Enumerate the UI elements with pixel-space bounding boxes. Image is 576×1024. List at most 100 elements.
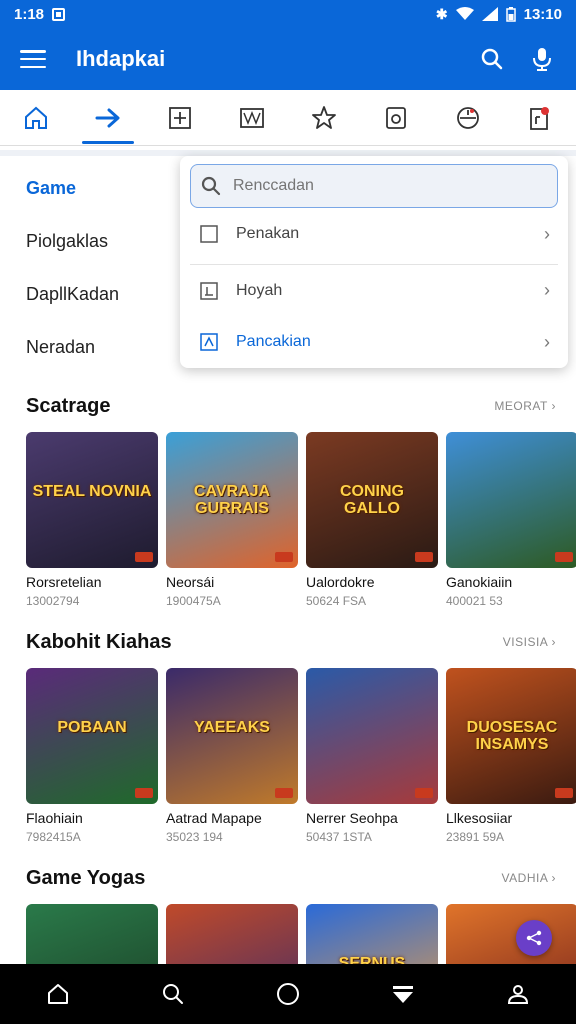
side-menu-item[interactable]: Piolgaklas xyxy=(8,215,178,268)
main-content: Game Piolgaklas DapllKadan Neradan Penak… xyxy=(0,150,576,964)
game-meta: 1900475A xyxy=(166,594,221,608)
side-menu: Game Piolgaklas DapllKadan Neradan xyxy=(8,162,178,374)
game-thumbnail xyxy=(166,904,298,964)
game-thumbnail: DUOSESAC INSAMYS xyxy=(446,668,576,804)
nav-downloads[interactable] xyxy=(373,964,433,1024)
game-thumbnail: YAEEAKS xyxy=(166,668,298,804)
wifi-icon xyxy=(455,7,474,20)
game-card[interactable] xyxy=(26,904,158,964)
nav-home[interactable] xyxy=(28,964,88,1024)
game-card[interactable]: Ganokiaiin 400021 53 xyxy=(446,432,576,608)
dropdown-search xyxy=(190,164,558,208)
section-scatrage: Scatrage MEORAT › STEAL NOVNIA Rorsretel… xyxy=(0,386,576,608)
see-more-link[interactable]: VADHIA › xyxy=(502,871,556,885)
tab-history[interactable] xyxy=(438,90,498,146)
game-thumbnail xyxy=(446,432,576,568)
game-card[interactable]: Nerrer Seohpa 50437 1STA xyxy=(306,668,438,844)
notification-icon xyxy=(52,7,66,21)
game-meta: 50437 1STA xyxy=(306,830,372,844)
plus-box-icon xyxy=(169,106,191,129)
notification-icon xyxy=(530,106,549,130)
dropdown-item[interactable]: Hoyah › xyxy=(190,264,558,316)
game-title: Nerrer Seohpa xyxy=(306,810,398,826)
game-thumbnail xyxy=(306,668,438,804)
status-time-right: 13:10 xyxy=(523,5,562,23)
game-thumbnail: STEAL NOVNIA xyxy=(26,432,158,568)
edit-box-icon xyxy=(200,333,218,351)
checkbox-icon xyxy=(200,225,218,243)
side-menu-item[interactable]: DapllKadan xyxy=(8,268,178,321)
game-meta: 400021 53 xyxy=(446,594,503,608)
section-title: Scatrage xyxy=(26,394,111,417)
tab-forward[interactable] xyxy=(78,90,138,146)
section-title: Game Yogas xyxy=(26,866,146,889)
game-card[interactable]: CONING GALLO Ualordokre 50624 FSA xyxy=(306,432,438,608)
game-card[interactable]: YAEEAKS Aatrad Mapape 35023 194 xyxy=(166,668,298,844)
tab-media[interactable] xyxy=(222,90,282,146)
side-menu-item-game[interactable]: Game xyxy=(8,162,178,215)
game-thumbnail: CONING GALLO xyxy=(306,432,438,568)
game-card[interactable]: STEAL NOVNIA Rorsretelian 13002794 xyxy=(26,432,158,608)
search-icon xyxy=(162,984,183,1004)
game-title: Flaohiain xyxy=(26,810,83,826)
game-thumbnail: CAVRAJA GURRAIS xyxy=(166,432,298,568)
app-bar: Ihdapkai xyxy=(0,28,576,90)
image-box-icon xyxy=(240,107,264,128)
document-icon xyxy=(200,281,218,300)
arrow-right-icon xyxy=(95,108,120,127)
circle-icon xyxy=(276,983,299,1005)
status-bar: 1:18 ✱ 13:10 xyxy=(0,0,576,28)
tab-add[interactable] xyxy=(150,90,210,146)
tab-camera[interactable] xyxy=(366,90,426,146)
camera-icon xyxy=(386,106,406,129)
section-kabohit-kiahas: Kabohit Kiahas VISISIA › POBAAN Flaohiai… xyxy=(0,622,576,844)
game-thumbnail: SERNUS xyxy=(306,904,438,964)
app-title: Ihdapkai xyxy=(76,46,166,71)
mic-button[interactable] xyxy=(528,45,556,73)
chevron-right-icon: › xyxy=(544,223,550,244)
dropdown-item-label: Penakan xyxy=(236,225,300,242)
game-card[interactable]: DUOSESAC INSAMYS Llkesosiiar 23891 59A xyxy=(446,668,576,844)
game-title: Llkesosiiar xyxy=(446,810,513,826)
nav-profile[interactable] xyxy=(488,964,548,1024)
game-card[interactable] xyxy=(166,904,298,964)
dropdown-item-active[interactable]: Pancakian › xyxy=(190,316,558,368)
nav-home-circle[interactable] xyxy=(258,964,318,1024)
clock-icon xyxy=(457,106,479,129)
dropdown-item[interactable]: Penakan › xyxy=(190,208,558,260)
game-thumbnail xyxy=(446,904,576,964)
profile-icon xyxy=(508,985,529,1004)
search-icon xyxy=(481,48,503,70)
game-card[interactable]: CAVRAJA GURRAIS Neorsái 1900475A xyxy=(166,432,298,608)
card-row: POBAAN Flaohiain 7982415A YAEEAKS Aatrad… xyxy=(0,668,576,844)
nav-search[interactable] xyxy=(143,964,203,1024)
game-thumbnail xyxy=(26,904,158,964)
game-title: Rorsretelian xyxy=(26,574,102,590)
game-card[interactable]: SERNUS xyxy=(306,904,438,964)
search-input[interactable] xyxy=(233,177,533,195)
search-button[interactable] xyxy=(478,45,506,73)
tab-favorites[interactable] xyxy=(294,90,354,146)
fab-button[interactable] xyxy=(516,920,552,956)
game-meta: 7982415A xyxy=(26,830,81,844)
bottom-nav xyxy=(0,964,576,1024)
game-title: Ganokiaiin xyxy=(446,574,513,590)
see-more-link[interactable]: VISISIA › xyxy=(503,635,556,649)
game-card[interactable] xyxy=(446,904,576,964)
section-header: Kabohit Kiahas VISISIA › xyxy=(0,622,576,662)
download-icon xyxy=(393,986,414,1003)
home-icon xyxy=(25,106,47,129)
game-title: Neorsái xyxy=(166,574,215,590)
game-card[interactable]: POBAAN Flaohiain 7982415A xyxy=(26,668,158,844)
menu-icon[interactable] xyxy=(20,50,46,68)
dropdown-menu: Penakan › Hoyah › Pancakian › xyxy=(180,156,568,368)
dropdown-item-label: Pancakian xyxy=(236,333,311,350)
status-time-left: 1:18 xyxy=(14,5,45,23)
game-meta: 35023 194 xyxy=(166,830,223,844)
tab-alerts[interactable] xyxy=(510,90,570,146)
dropdown-item-label: Hoyah xyxy=(236,281,283,299)
bluetooth-icon: ✱ xyxy=(435,5,448,22)
tab-home[interactable] xyxy=(6,90,66,146)
side-menu-item[interactable]: Neradan xyxy=(8,321,178,374)
see-more-link[interactable]: MEORAT › xyxy=(494,399,556,413)
